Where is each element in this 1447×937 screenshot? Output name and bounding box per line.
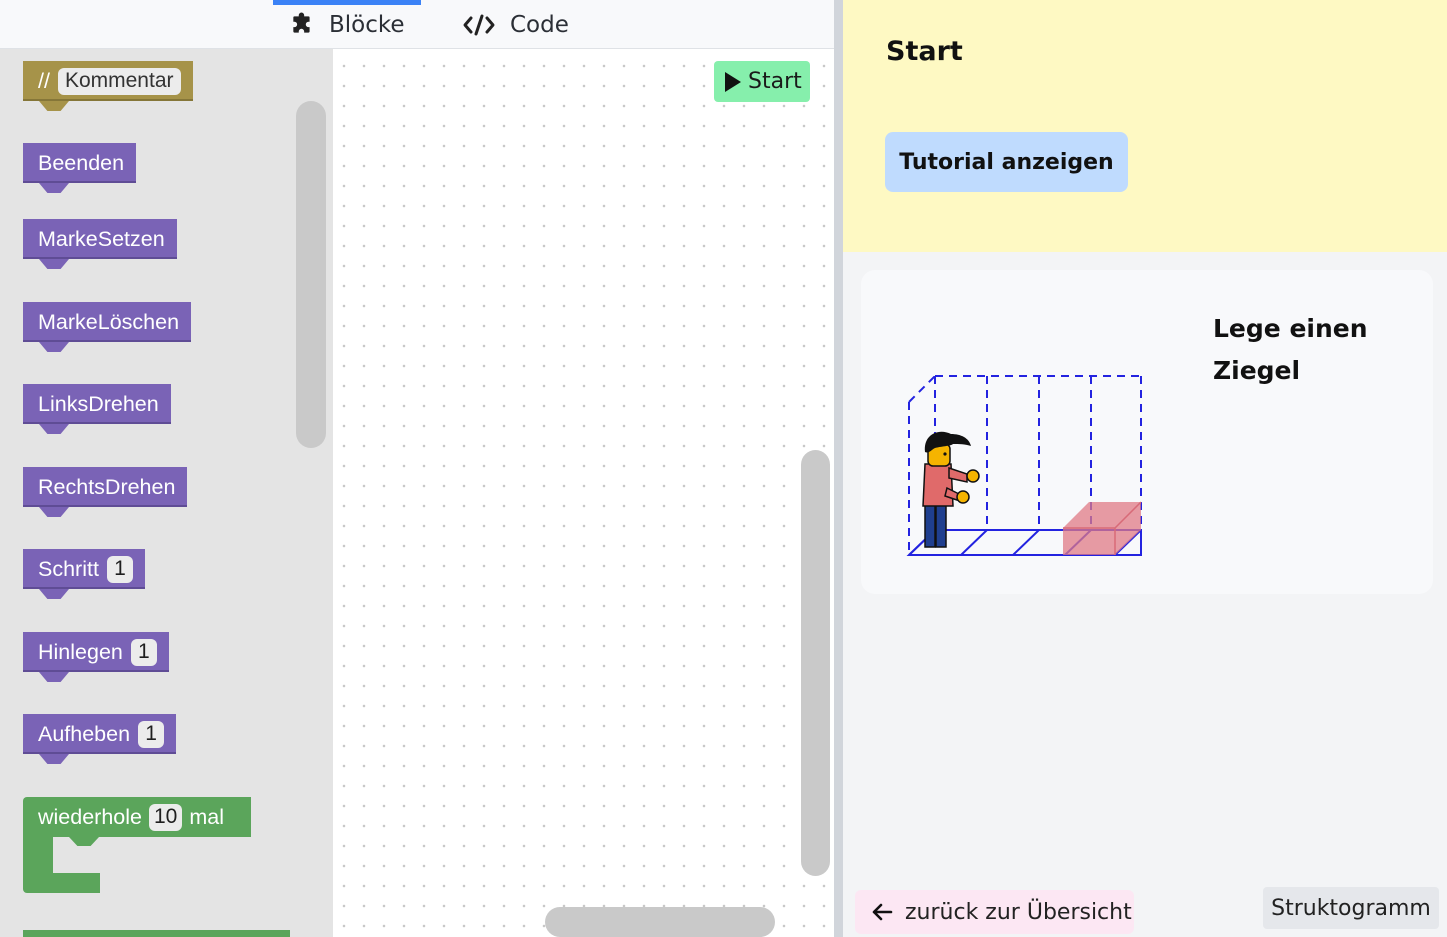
editor-tabbar: Blöcke Code [0, 0, 834, 49]
block-label: Schritt [38, 556, 99, 581]
loop-block[interactable]: wiederhole 10 mal [23, 797, 251, 893]
loop-count-field[interactable]: 10 [148, 803, 183, 831]
block-editor: Blöcke Code // Kommentar Beenden MarkeSe… [0, 0, 834, 937]
block-workspace[interactable] [333, 49, 834, 937]
block-number-field[interactable]: 1 [138, 720, 165, 748]
tab-blocks[interactable]: Blöcke [273, 0, 421, 49]
loop-label-after: mal [189, 804, 224, 829]
start-button-label: Start [748, 69, 802, 94]
loop-footer [53, 873, 100, 893]
tab-code-label: Code [510, 11, 569, 38]
block-markesetzen[interactable]: MarkeSetzen [23, 219, 177, 259]
tab-blocks-label: Blöcke [329, 11, 405, 38]
block-markeloeschen[interactable]: MarkeLöschen [23, 302, 192, 342]
next-block-partial[interactable] [23, 930, 290, 937]
brick-icon [1063, 501, 1142, 555]
block-hinlegen[interactable]: Hinlegen 1 [23, 632, 169, 672]
comment-prefix: // [38, 68, 50, 93]
tab-code[interactable]: Code [446, 0, 586, 49]
comment-field[interactable]: Kommentar [57, 67, 181, 95]
block-label: LinksDrehen [38, 391, 159, 416]
block-number-field[interactable]: 1 [130, 638, 157, 666]
app-root: Blöcke Code // Kommentar Beenden MarkeSe… [0, 0, 1447, 937]
task-description: Lege einen Ziegel [1213, 314, 1368, 385]
loop-label-before: wiederhole [38, 804, 142, 829]
block-label: MarkeSetzen [38, 226, 165, 251]
back-to-overview-button[interactable]: zurück zur Übersicht [855, 890, 1134, 934]
arrow-left-icon [872, 903, 893, 921]
comment-block[interactable]: // Kommentar [23, 61, 193, 101]
toolbox-scrollbar[interactable] [296, 101, 326, 448]
puzzle-icon [293, 12, 310, 33]
loop-header: wiederhole 10 mal [23, 797, 251, 837]
panel-divider[interactable] [834, 0, 843, 937]
workspace-vertical-scrollbar[interactable] [801, 450, 830, 876]
code-icon [463, 14, 495, 35]
block-label: RechtsDrehen [38, 474, 176, 499]
block-label: Hinlegen [38, 639, 123, 664]
block-schritt[interactable]: Schritt 1 [23, 549, 145, 589]
struktogramm-button[interactable]: Struktogramm [1263, 887, 1439, 929]
start-button[interactable]: Start [714, 61, 810, 102]
tutorial-button[interactable]: Tutorial anzeigen [885, 132, 1128, 192]
block-aufheben[interactable]: Aufheben 1 [23, 714, 177, 754]
back-button-label: zurück zur Übersicht [905, 899, 1132, 925]
block-beenden[interactable]: Beenden [23, 143, 137, 183]
robot-world-view [906, 375, 1142, 556]
block-number-field[interactable]: 1 [106, 555, 133, 583]
block-label: Aufheben [38, 721, 131, 746]
block-label: Beenden [38, 150, 125, 175]
play-icon [725, 71, 741, 92]
block-label: MarkeLöschen [38, 309, 180, 334]
workspace-horizontal-scrollbar[interactable] [545, 907, 775, 937]
task-title: Start [886, 36, 963, 67]
loop-arm [23, 837, 53, 893]
block-rechtsdrehen[interactable]: RechtsDrehen [23, 467, 188, 507]
block-linksdrehen[interactable]: LinksDrehen [23, 384, 171, 424]
